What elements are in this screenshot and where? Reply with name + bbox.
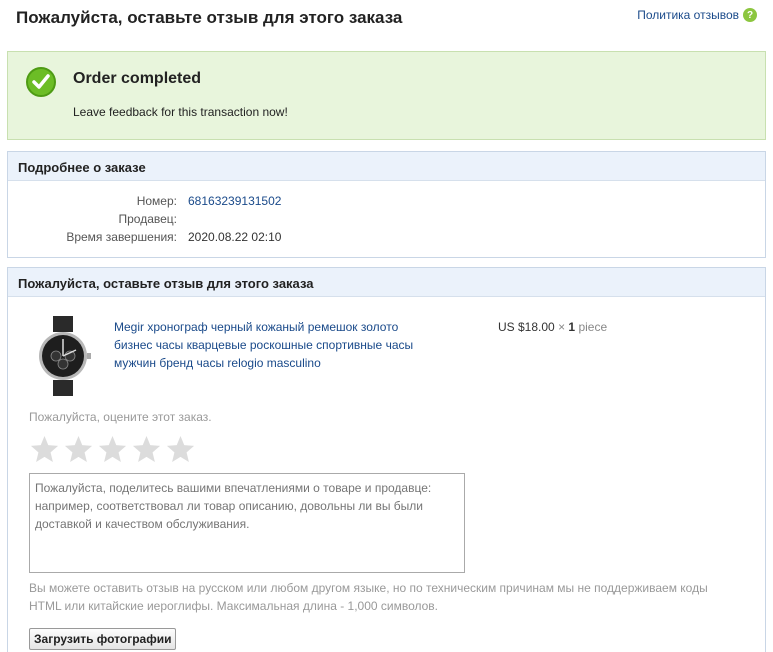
feedback-policy-link[interactable]: Политика отзывов <box>637 8 739 22</box>
star-4-icon[interactable] <box>131 434 162 465</box>
qty-separator: × <box>558 320 566 334</box>
order-number-link[interactable]: 68163239131502 <box>188 194 281 208</box>
page-title: Пожалуйста, оставьте отзыв для этого зак… <box>16 8 403 27</box>
feedback-hint: Вы можете оставить отзыв на русском или … <box>29 581 708 613</box>
star-3-icon[interactable] <box>97 434 128 465</box>
star-rating <box>29 434 196 465</box>
star-1-icon[interactable] <box>29 434 60 465</box>
star-5-icon[interactable] <box>165 434 196 465</box>
order-status-box: Order completed Leave feedback for this … <box>7 51 766 140</box>
completion-time: 2020.08.22 02:10 <box>188 230 282 244</box>
detail-row-seller: Продавец: <box>8 212 765 230</box>
order-details-heading: Подробнее о заказе <box>8 152 765 181</box>
order-details-panel: Подробнее о заказе Номер: 68163239131502… <box>7 151 766 258</box>
quantity-unit: piece <box>578 320 608 334</box>
detail-row-number: Номер: 68163239131502 <box>8 194 765 212</box>
help-icon[interactable]: ? <box>743 8 757 22</box>
detail-label: Время завершения: <box>66 230 177 244</box>
quantity: 1 <box>568 320 576 334</box>
rating-label: Пожалуйста, оцените этот заказ. <box>29 410 212 424</box>
detail-label: Продавец: <box>118 212 177 226</box>
feedback-heading: Пожалуйста, оставьте отзыв для этого зак… <box>8 268 765 297</box>
policy: Политика отзывов ? <box>637 8 757 22</box>
status-title: Order completed <box>73 70 202 87</box>
upload-photos-button[interactable]: Загрузить фотографии <box>29 628 177 650</box>
product-price: US $18.00 × 1 piece <box>498 320 607 334</box>
check-circle-icon <box>26 67 56 97</box>
product-image[interactable] <box>33 316 93 396</box>
status-message: Leave feedback for this transaction now! <box>73 105 288 119</box>
star-2-icon[interactable] <box>63 434 94 465</box>
feedback-textarea[interactable] <box>29 473 465 573</box>
detail-label: Номер: <box>136 194 177 208</box>
price-value: US $18.00 <box>498 320 555 334</box>
detail-row-completion-time: Время завершения: 2020.08.22 02:10 <box>8 230 765 248</box>
product-title-link[interactable]: Megir хронограф черный кожаный ремешок з… <box>114 318 434 372</box>
